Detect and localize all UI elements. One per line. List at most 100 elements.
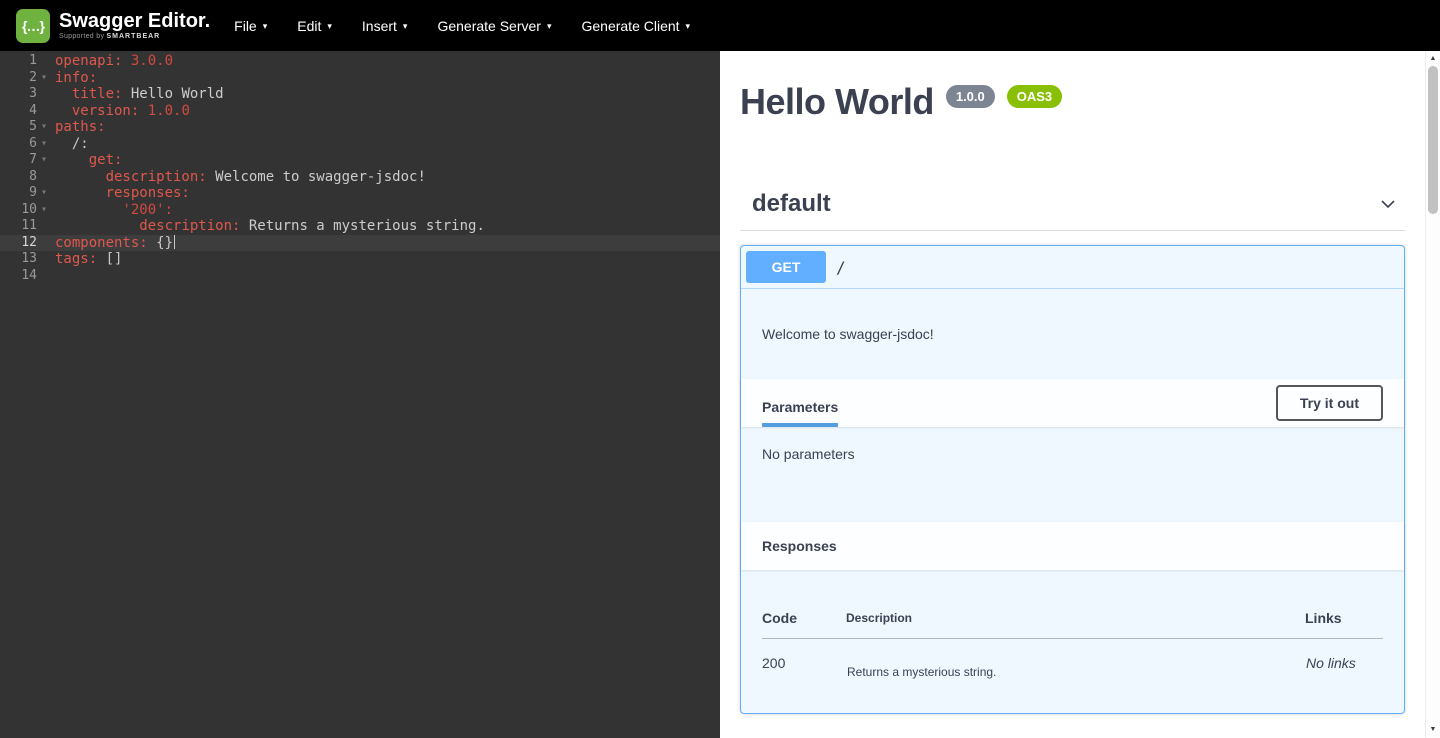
code-token	[55, 202, 122, 218]
code-line-9[interactable]: responses:	[48, 185, 720, 202]
vertical-scrollbar[interactable]: ▲ ▼	[1425, 51, 1440, 738]
code-token	[55, 169, 106, 185]
menu-generate-server[interactable]: Generate Server▾	[437, 18, 551, 34]
menu-generate-client[interactable]: Generate Client▾	[581, 18, 690, 34]
menu-label: Edit	[297, 18, 321, 34]
menu-file[interactable]: File▾	[234, 18, 267, 34]
tag-section-default[interactable]: default	[740, 190, 1405, 231]
code-token	[55, 185, 106, 201]
code-token: '200':	[122, 202, 173, 218]
api-title: Hello World	[740, 84, 934, 120]
code-line-4[interactable]: version: 1.0.0	[48, 103, 720, 120]
fold-toggle-icon[interactable]: ▾	[41, 136, 47, 153]
code-line-5[interactable]: paths:	[48, 119, 720, 136]
try-it-out-button[interactable]: Try it out	[1276, 385, 1383, 421]
no-parameters-text: No parameters	[741, 427, 1404, 522]
code-token: responses:	[106, 185, 190, 201]
line-number: 10	[21, 202, 37, 217]
gutter-line-2: 2▾	[0, 70, 48, 87]
gutter-line-5: 5▾	[0, 119, 48, 136]
operation-summary[interactable]: GET /	[741, 246, 1404, 289]
fold-toggle-icon[interactable]: ▾	[41, 185, 47, 202]
code-line-6[interactable]: /:	[48, 136, 720, 153]
api-info-header: Hello World 1.0.0 OAS3	[740, 84, 1405, 120]
gutter-line-14: 14	[0, 268, 48, 285]
swagger-ui-preview: Hello World 1.0.0 OAS3 default GET / Wel…	[720, 51, 1425, 738]
responses-table-header: CodeDescriptionLinks	[762, 610, 1383, 639]
table-header-links: Links	[1305, 610, 1383, 639]
line-number: 6	[29, 136, 37, 151]
code-line-1[interactable]: openapi: 3.0.0	[48, 53, 720, 70]
responses-table-wrapper: CodeDescriptionLinks 200Returns a myster…	[741, 570, 1404, 713]
swagger-logo-icon: {…}	[16, 9, 50, 43]
code-token: tags:	[55, 251, 97, 267]
tab-parameters[interactable]: Parameters	[762, 399, 838, 427]
gutter-line-9: 9▾	[0, 185, 48, 202]
chevron-down-icon[interactable]	[1378, 194, 1398, 214]
line-number: 13	[21, 251, 37, 266]
code-token: 3.0.0	[122, 53, 173, 69]
gutter-line-11: 11	[0, 218, 48, 235]
code-token	[55, 152, 89, 168]
line-number: 11	[21, 218, 37, 233]
response-description: Returns a mysterious string.	[846, 639, 1305, 714]
brand-text: Swagger Editor. Supported by SMARTBEAR	[59, 11, 210, 40]
code-line-14[interactable]	[48, 268, 720, 285]
text-cursor	[174, 235, 175, 249]
swagger-editor-brand: {…} Swagger Editor. Supported by SMARTBE…	[16, 9, 210, 43]
code-line-10[interactable]: '200':	[48, 202, 720, 219]
fold-toggle-icon[interactable]: ▾	[41, 119, 47, 136]
caret-down-icon: ▾	[327, 21, 332, 32]
code-line-12[interactable]: components: {}	[48, 235, 720, 252]
menubar: File▾Edit▾Insert▾Generate Server▾Generat…	[234, 18, 690, 34]
responses-label: Responses	[762, 538, 837, 554]
menu-edit[interactable]: Edit ▾	[297, 18, 332, 34]
code-line-13[interactable]: tags: []	[48, 251, 720, 268]
caret-down-icon: ▾	[403, 21, 408, 32]
scrollbar-thumb[interactable]	[1428, 66, 1438, 214]
line-number: 12	[21, 235, 37, 250]
gutter-line-1: 1	[0, 53, 48, 70]
scroll-down-arrow-icon[interactable]: ▼	[1426, 725, 1440, 735]
fold-toggle-icon[interactable]: ▾	[41, 70, 47, 87]
code-line-2[interactable]: info:	[48, 70, 720, 87]
fold-toggle-icon[interactable]: ▾	[41, 152, 47, 169]
code-token: components:	[55, 235, 148, 251]
logo-glyph: {…}	[22, 18, 44, 34]
line-number: 14	[21, 268, 37, 283]
code-token: Welcome to swagger-jsdoc!	[207, 169, 426, 185]
gutter-line-13: 13	[0, 251, 48, 268]
code-token: []	[97, 251, 122, 267]
line-number: 9	[29, 185, 37, 200]
code-line-3[interactable]: title: Hello World	[48, 86, 720, 103]
gutter-line-12: 12	[0, 235, 48, 252]
brand-title: Swagger Editor.	[59, 11, 210, 31]
code-line-11[interactable]: description: Returns a mysterious string…	[48, 218, 720, 235]
code-token	[55, 103, 72, 119]
line-number: 5	[29, 119, 37, 134]
response-links: No links	[1305, 639, 1383, 714]
gutter-line-4: 4	[0, 103, 48, 120]
code-token: description:	[106, 169, 207, 185]
caret-down-icon: ▾	[686, 21, 691, 32]
code-line-7[interactable]: get:	[48, 152, 720, 169]
code-token: get:	[89, 152, 123, 168]
main-split: 12▾345▾6▾7▾89▾10▾11121314 openapi: 3.0.0…	[0, 51, 1440, 738]
code-line-8[interactable]: description: Welcome to swagger-jsdoc!	[48, 169, 720, 186]
code-token: description:	[139, 218, 240, 234]
menu-insert[interactable]: Insert ▾	[362, 18, 408, 34]
line-number: 8	[29, 169, 37, 184]
code-token: info:	[55, 70, 97, 86]
yaml-editor[interactable]: 12▾345▾6▾7▾89▾10▾11121314 openapi: 3.0.0…	[0, 51, 720, 738]
editor-code[interactable]: openapi: 3.0.0info: title: Hello World v…	[48, 53, 720, 738]
code-token: {}	[148, 235, 173, 251]
line-number: 2	[29, 70, 37, 85]
code-token: 1.0.0	[139, 103, 190, 119]
menu-label: Insert	[362, 18, 397, 34]
scroll-up-arrow-icon[interactable]: ▲	[1426, 54, 1440, 64]
line-number: 1	[29, 53, 37, 68]
code-token: version:	[72, 103, 139, 119]
fold-toggle-icon[interactable]: ▾	[41, 202, 47, 219]
menu-label: File	[234, 18, 257, 34]
code-token: Returns a mysterious string.	[240, 218, 484, 234]
